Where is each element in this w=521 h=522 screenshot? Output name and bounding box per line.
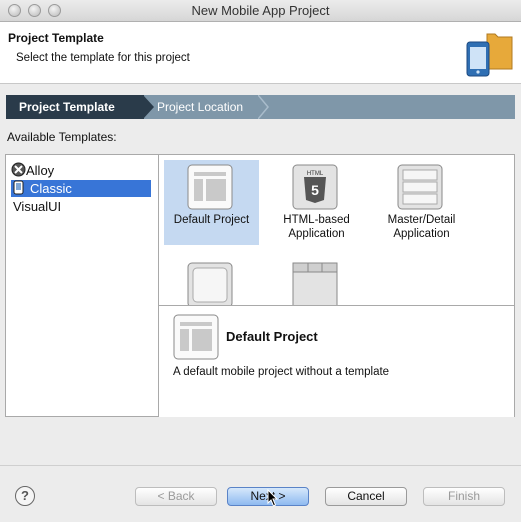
wizard-header: Project Template Select the template for… xyxy=(0,22,521,84)
single-window-icon xyxy=(187,262,233,305)
finish-button[interactable]: Finish xyxy=(423,487,505,506)
detail-description: A default mobile project without a templ… xyxy=(173,366,390,378)
template-detail: Default Project A default mobile project… xyxy=(159,305,514,417)
category-item-classic[interactable]: Classic xyxy=(11,180,151,197)
category-list: Alloy Classic VisualUI xyxy=(6,155,159,416)
svg-text:5: 5 xyxy=(311,182,319,198)
svg-text:HTML: HTML xyxy=(307,171,324,177)
footer-divider xyxy=(0,465,521,466)
page-subtitle: Select the template for this project xyxy=(16,52,190,64)
template-master-detail-application[interactable]: Master/Detail Application xyxy=(374,160,469,245)
master-detail-icon xyxy=(397,164,443,210)
page-title: Project Template xyxy=(8,31,104,45)
mobile-project-banner-icon xyxy=(466,33,513,77)
available-templates-label: Available Templates: xyxy=(7,130,117,144)
breadcrumb-step-label: Project Template xyxy=(19,100,115,114)
category-label: VisualUI xyxy=(13,199,62,214)
template-default-project[interactable]: Default Project xyxy=(164,160,259,245)
template-label: Default Project xyxy=(173,214,250,226)
breadcrumb-step-project-template[interactable]: Project Template xyxy=(6,95,144,119)
breadcrumb-step-label: Project Location xyxy=(157,100,244,114)
tabbed-icon xyxy=(292,262,338,305)
alloy-icon xyxy=(11,162,26,177)
window-titlebar: New Mobile App Project xyxy=(0,0,521,22)
mouse-cursor-icon xyxy=(267,489,279,507)
chevron-right-icon xyxy=(258,95,269,119)
template-label: HTML-based Application xyxy=(283,214,350,240)
back-button[interactable]: < Back xyxy=(135,487,217,506)
templates-panel: Alloy Classic VisualUI Default Project H… xyxy=(5,154,515,417)
template-single-window[interactable] xyxy=(164,258,259,305)
category-item-alloy[interactable]: Alloy xyxy=(11,162,54,179)
template-html-based-application[interactable]: HTML 5 HTML-based Application xyxy=(269,160,364,245)
template-grid: Default Project HTML 5 HTML-based Applic… xyxy=(159,155,514,305)
category-item-visualui[interactable]: VisualUI xyxy=(13,198,61,215)
default-project-icon xyxy=(187,164,233,210)
breadcrumb-step-project-location[interactable]: Project Location xyxy=(134,95,515,119)
category-label: Alloy xyxy=(26,163,55,178)
detail-title: Default Project xyxy=(226,329,318,344)
breadcrumb: Project Location Project Template xyxy=(6,95,515,119)
default-project-icon xyxy=(173,314,219,360)
window-title: New Mobile App Project xyxy=(191,3,330,18)
html5-icon: HTML 5 xyxy=(292,164,338,210)
template-label: Master/Detail Application xyxy=(387,214,456,240)
phone-icon xyxy=(13,180,24,195)
category-label: Classic xyxy=(30,181,72,196)
breadcrumb-arrow xyxy=(143,95,154,119)
help-button[interactable]: ? xyxy=(15,486,35,506)
template-tabbed[interactable] xyxy=(269,258,364,305)
cancel-button[interactable]: Cancel xyxy=(325,487,407,506)
